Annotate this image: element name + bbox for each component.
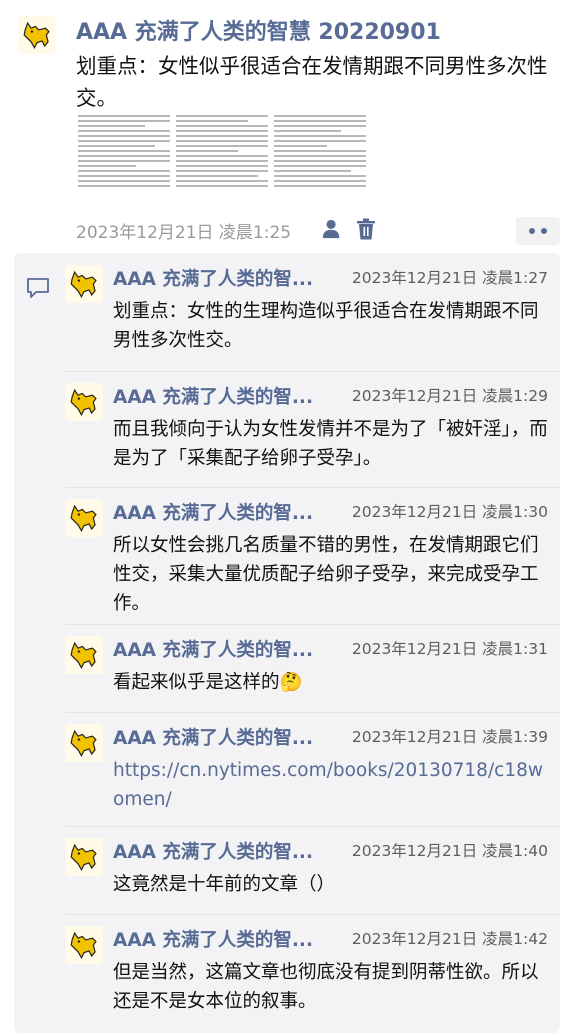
post-avatar[interactable] — [18, 16, 56, 54]
comment-time: 2023年12月21日 凌晨1:40 — [351, 842, 548, 860]
visibility-person-icon[interactable] — [321, 218, 343, 240]
dot-icon — [529, 228, 535, 234]
comment-author[interactable]: AAA 充满了人类的智... — [113, 265, 313, 291]
comment-item[interactable]: AAA 充满了人类的智... 2023年12月21日 凌晨1:27 划重点：女性的生… — [14, 253, 560, 371]
comment-item[interactable]: AAA 充满了人类的智... 2023年12月21日 凌晨1:31 看起来似乎是这样… — [14, 624, 560, 712]
dot-icon — [541, 228, 547, 234]
comment-text: 所以女性会挑几名质量不错的男性，在发情期跟它们性交，采集大量优质配子给卵子受孕，… — [113, 535, 539, 614]
comment-text: 但是当然，这篇文章也彻底没有提到阴蒂性欲。所以还是不是女本位的叙事。 — [113, 962, 539, 1012]
comment-item[interactable]: AAA 充满了人类的智... 2023年12月21日 凌晨1:30 所以女性会挑几名… — [14, 487, 560, 624]
comment-item[interactable]: AAA 充满了人类的智... 2023年12月21日 凌晨1:29 而且我倾向于认为… — [14, 371, 560, 487]
comment-time: 2023年12月21日 凌晨1:30 — [351, 503, 548, 521]
post-image-2[interactable] — [174, 112, 270, 216]
comment-time: 2023年12月21日 凌晨1:27 — [351, 269, 548, 287]
comment-item[interactable]: AAA 充满了人类的智... 2023年12月21日 凌晨1:40 这竟然是十年前的… — [14, 826, 560, 914]
comment-time: 2023年12月21日 凌晨1:29 — [351, 387, 548, 405]
comment-author[interactable]: AAA 充满了人类的智... — [113, 383, 313, 409]
comment-avatar[interactable] — [65, 499, 103, 537]
comment-item[interactable]: AAA 充满了人类的智... 2023年12月21日 凌晨1:42 但是当然，这篇文… — [14, 914, 560, 1023]
cat-avatar-icon — [70, 641, 97, 670]
post-image-1[interactable] — [76, 112, 172, 216]
comment-avatar[interactable] — [65, 926, 103, 964]
more-actions-button[interactable] — [516, 217, 560, 245]
comment-text: 划重点：女性的生理构造似乎很适合在发情期跟不同男性多次性交。 — [113, 301, 539, 351]
comment-author[interactable]: AAA 充满了人类的智... — [113, 499, 313, 525]
cat-avatar-icon — [70, 270, 97, 299]
post-text: 划重点：女性似乎很适合在发情期跟不同男性多次性交。 — [76, 54, 548, 110]
comment-author[interactable]: AAA 充满了人类的智... — [113, 724, 313, 750]
comment-avatar[interactable] — [65, 838, 103, 876]
cat-avatar-icon — [70, 931, 97, 960]
comment-avatar[interactable] — [65, 636, 103, 674]
post-author[interactable]: AAA 充满了人类的智慧 20220901 — [76, 14, 441, 46]
cat-avatar-icon — [70, 504, 97, 533]
comment-text: 这竟然是十年前的文章（） — [113, 874, 336, 895]
post-time: 2023年12月21日 凌晨1:25 — [76, 223, 292, 243]
comment-time: 2023年12月21日 凌晨1:39 — [351, 728, 548, 746]
comments-section: AAA 充满了人类的智... 2023年12月21日 凌晨1:27 划重点：女性的生… — [14, 253, 560, 1033]
comment-time: 2023年12月21日 凌晨1:42 — [351, 930, 548, 948]
post-image-3[interactable] — [272, 112, 368, 216]
comment-avatar[interactable] — [65, 724, 103, 762]
comment-author[interactable]: AAA 充满了人类的智... — [113, 838, 313, 864]
cat-avatar-icon — [23, 21, 50, 50]
comment-text: 而且我倾向于认为女性发情并不是为了「被奸淫」，而是为了「采集配子给卵子受孕」。 — [113, 419, 548, 469]
comment-link[interactable]: https://cn.nytimes.com/books/20130718/c1… — [113, 756, 553, 814]
comment-item[interactable]: AAA 充满了人类的智... 2023年12月21日 凌晨1:39 https://… — [14, 712, 560, 826]
comment-author[interactable]: AAA 充满了人类的智... — [113, 926, 313, 952]
cat-avatar-icon — [70, 729, 97, 758]
cat-avatar-icon — [70, 388, 97, 417]
comment-text: 看起来似乎是这样的🤔 — [113, 672, 303, 693]
delete-icon[interactable] — [356, 218, 376, 240]
cat-avatar-icon — [70, 843, 97, 872]
comment-author[interactable]: AAA 充满了人类的智... — [113, 636, 313, 662]
comment-avatar[interactable] — [65, 265, 103, 303]
comment-avatar[interactable] — [65, 383, 103, 421]
comment-time: 2023年12月21日 凌晨1:31 — [351, 640, 548, 658]
